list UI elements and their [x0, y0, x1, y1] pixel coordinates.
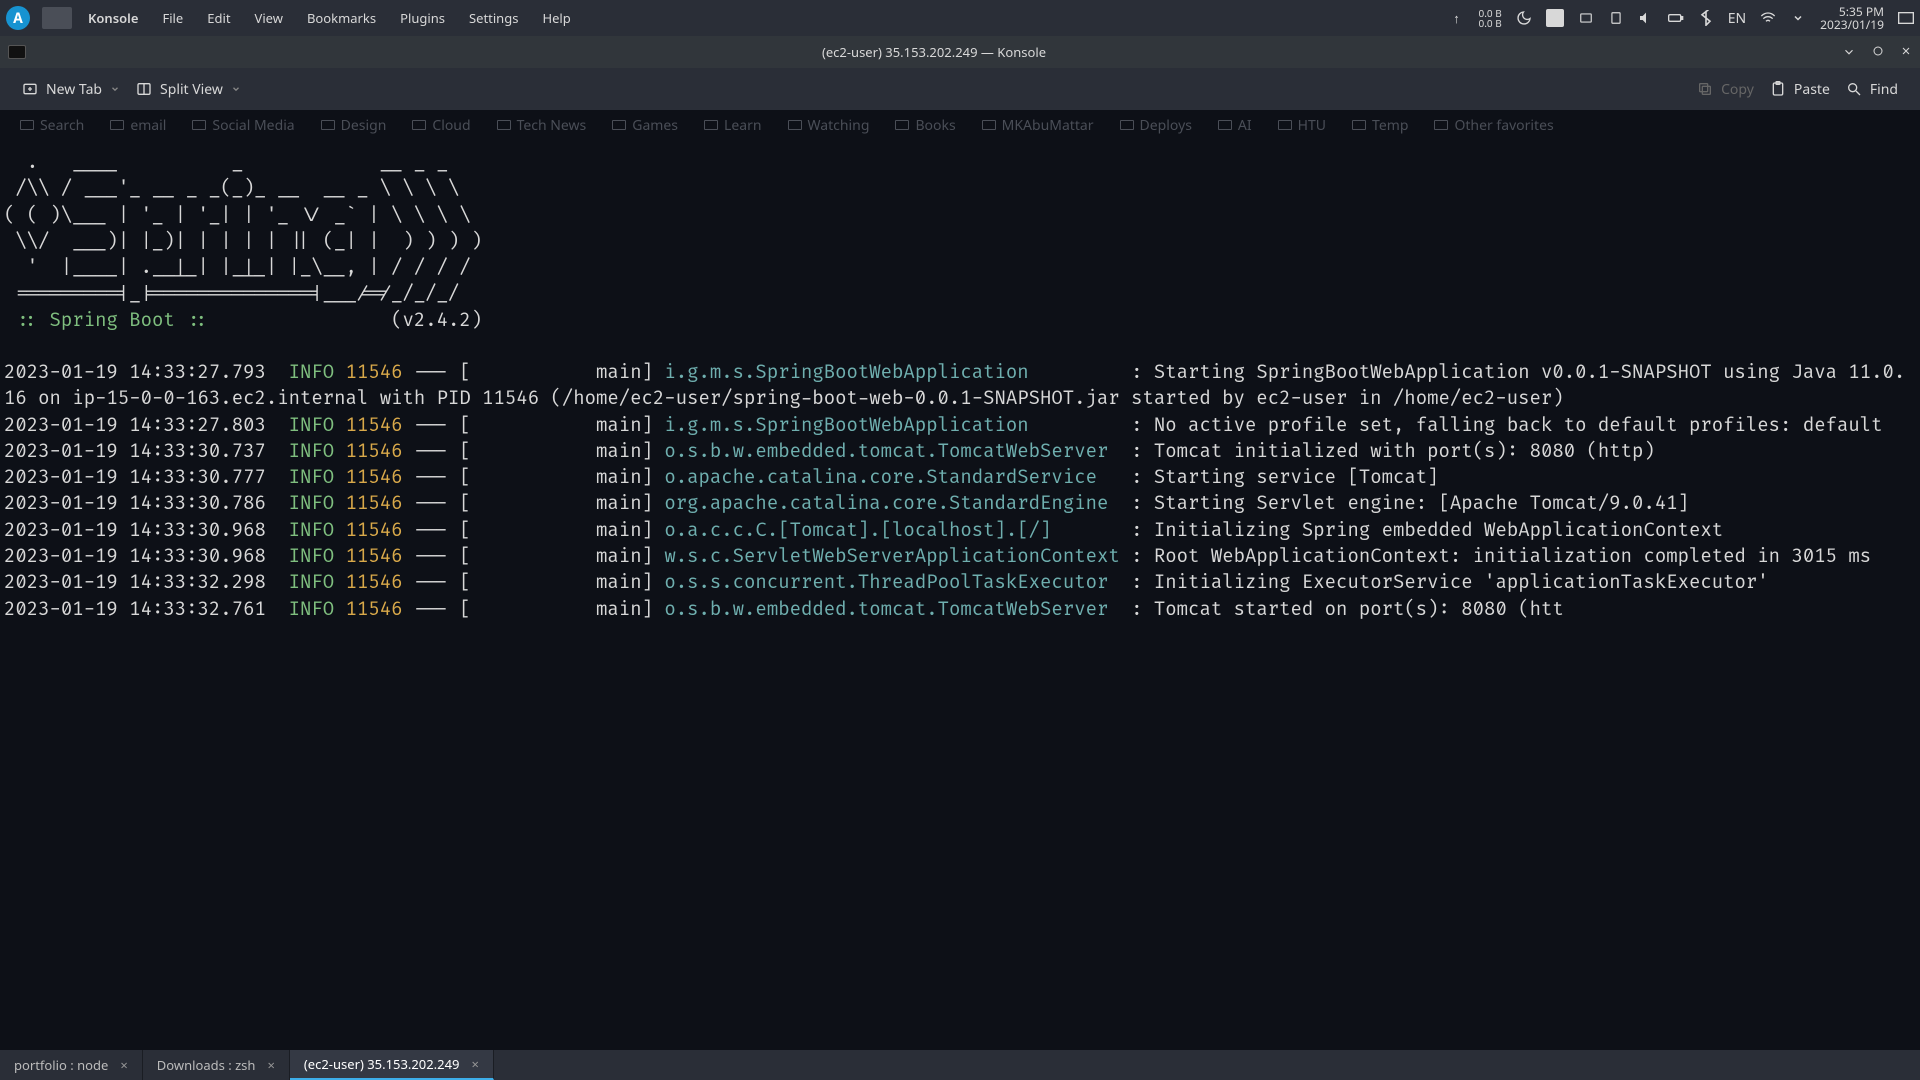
- paste-button[interactable]: Paste: [1762, 76, 1838, 103]
- tab-downloads[interactable]: Downloads : zsh×: [143, 1050, 290, 1080]
- copy-button[interactable]: Copy: [1689, 76, 1762, 103]
- menu-file[interactable]: File: [162, 9, 183, 27]
- terminal-icon: [8, 45, 26, 59]
- close-button[interactable]: [1900, 45, 1912, 59]
- tray-dropdown-icon[interactable]: [1578, 10, 1594, 26]
- bm-deploys: Deploys: [1120, 116, 1192, 135]
- maximize-button[interactable]: [1872, 45, 1884, 59]
- close-icon[interactable]: ×: [120, 1056, 127, 1074]
- bm-learn: Learn: [704, 116, 762, 135]
- menu-help[interactable]: Help: [542, 9, 570, 27]
- split-view-button[interactable]: Split View: [128, 76, 249, 103]
- menu-view[interactable]: View: [255, 9, 283, 27]
- terminal-output[interactable]: . ____ _ __ _ _ /\\ / ___'_ __ _ _(_)_ _…: [0, 140, 1920, 1050]
- find-button[interactable]: Find: [1838, 76, 1906, 103]
- bm-books: Books: [895, 116, 955, 135]
- new-tab-button[interactable]: New Tab: [14, 76, 128, 103]
- bm-search: Search: [20, 116, 84, 135]
- bm-mka: MKAbuMattar: [982, 116, 1094, 135]
- bm-design: Design: [321, 116, 387, 135]
- background-bookmarks-bar: Search email Social Media Design Cloud T…: [0, 110, 1920, 140]
- window-titlebar[interactable]: (ec2-user) 35.153.202.249 — Konsole: [0, 36, 1920, 68]
- tray-app-icon[interactable]: [1546, 9, 1564, 27]
- battery-icon[interactable]: [1668, 10, 1684, 26]
- bm-tech: Tech News: [497, 116, 587, 135]
- bm-htu: HTU: [1278, 116, 1326, 135]
- bm-games: Games: [612, 116, 678, 135]
- window-title: (ec2-user) 35.153.202.249 — Konsole: [26, 43, 1842, 61]
- bluetooth-icon[interactable]: [1698, 10, 1714, 26]
- bm-social: Social Media: [192, 116, 294, 135]
- upload-icon: ↑: [1448, 10, 1464, 26]
- bm-other: Other favorites: [1434, 116, 1553, 135]
- app-launcher-icon[interactable]: A: [6, 6, 30, 30]
- desktop-panel: A Konsole File Edit View Bookmarks Plugi…: [0, 0, 1920, 36]
- network-stats: 0.0 B 0.0 B: [1478, 8, 1501, 28]
- night-mode-icon[interactable]: [1516, 10, 1532, 26]
- menu-bookmarks[interactable]: Bookmarks: [307, 9, 376, 27]
- bm-cloud: Cloud: [412, 116, 470, 135]
- keyboard-layout[interactable]: EN: [1728, 9, 1746, 28]
- menu-plugins[interactable]: Plugins: [400, 9, 445, 27]
- chevron-down-icon[interactable]: [1790, 10, 1806, 26]
- toolbar: New Tab Split View Copy Paste Find: [0, 68, 1920, 110]
- close-icon[interactable]: ×: [267, 1056, 274, 1074]
- active-app-name: Konsole: [88, 9, 138, 27]
- menu-edit[interactable]: Edit: [207, 9, 230, 27]
- minimize-button[interactable]: [1842, 45, 1856, 59]
- clock[interactable]: 5:35 PM 2023/01/19: [1820, 5, 1884, 31]
- bm-temp: Temp: [1352, 116, 1408, 135]
- bm-ai: AI: [1218, 116, 1252, 135]
- tab-portfolio[interactable]: portfolio : node×: [0, 1050, 143, 1080]
- show-desktop-icon[interactable]: [1898, 10, 1914, 26]
- clipboard-icon[interactable]: [1608, 10, 1624, 26]
- menu-settings[interactable]: Settings: [469, 9, 518, 27]
- bm-watching: Watching: [788, 116, 870, 135]
- terminal-tab-bar: portfolio : node× Downloads : zsh× (ec2-…: [0, 1050, 1920, 1080]
- volume-icon[interactable]: [1638, 10, 1654, 26]
- wifi-icon[interactable]: [1760, 10, 1776, 26]
- tab-ec2[interactable]: (ec2-user) 35.153.202.249×: [290, 1050, 494, 1080]
- task-manager-icon[interactable]: [42, 7, 72, 29]
- bm-email: email: [110, 116, 166, 135]
- close-icon[interactable]: ×: [471, 1055, 478, 1073]
